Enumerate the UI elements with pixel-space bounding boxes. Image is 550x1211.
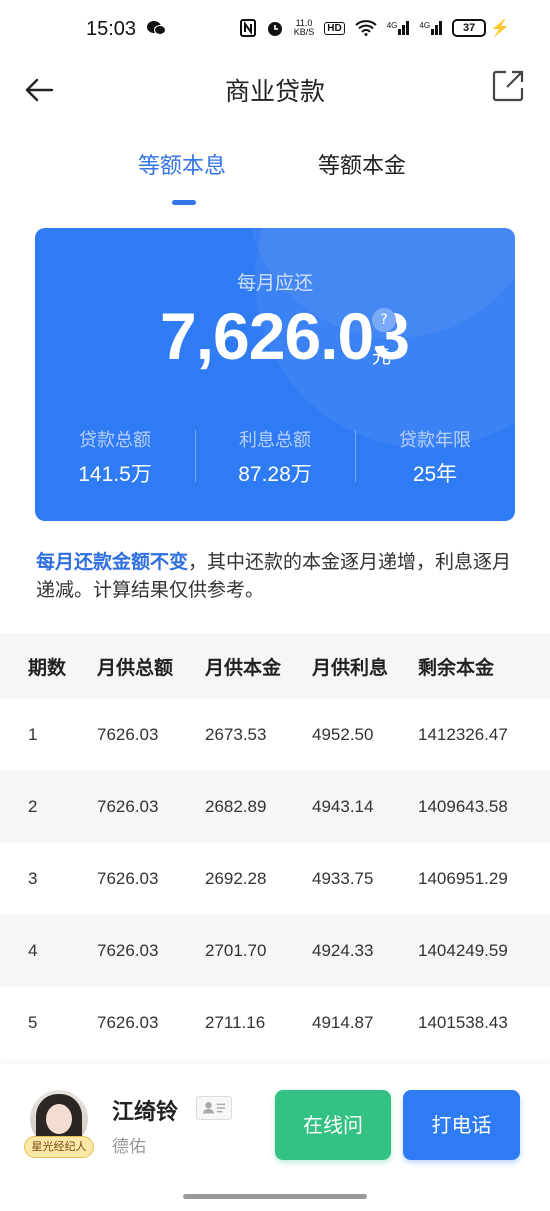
- agent-bar: 星光经纪人 江绮铃 德佑 在线问 打电话: [0, 1064, 550, 1211]
- table-row: 2 7626.03 2682.89 4943.14 1409643.58: [0, 771, 550, 843]
- stat-value: 25年: [412, 463, 458, 486]
- cell-monthly-principal: 2711.16: [205, 1013, 266, 1032]
- cell-remaining-principal: 1409643.58: [418, 797, 508, 816]
- cell-monthly-total: 7626.03: [97, 725, 159, 744]
- tab-equal-installment[interactable]: 等额本息: [138, 148, 226, 180]
- summary-card: 每月应还 7,626.03 ? 元 贷款总额 141.5万 利息总额 87.28…: [35, 228, 515, 521]
- cell-monthly-total: 7626.03: [97, 869, 159, 888]
- cell-monthly-interest: 4914.87: [312, 1013, 374, 1032]
- stat-value: 87.28万: [238, 463, 312, 486]
- repayment-tabs: 等额本息 等额本金: [0, 148, 550, 218]
- avatar-face: [46, 1104, 72, 1134]
- signal-4g-icon: 4G: [387, 21, 410, 35]
- call-button[interactable]: 打电话: [403, 1090, 520, 1160]
- cell-monthly-interest: 4943.14: [312, 797, 374, 816]
- table-row: 3 7626.03 2692.28 4933.75 1406951.29: [0, 843, 550, 915]
- agent-name: 江绮铃: [112, 1100, 179, 1125]
- cell-period: 1: [28, 725, 38, 744]
- monthly-payment-label: 每月应还: [236, 272, 313, 294]
- speed-unit: KB/S: [293, 27, 315, 37]
- cell-monthly-interest: 4933.75: [312, 869, 374, 888]
- stat-loan-total: 贷款总额 141.5万: [35, 426, 195, 490]
- cell-period: 4: [28, 941, 38, 960]
- header-monthly-interest: 月供利息: [312, 656, 389, 679]
- cell-monthly-principal: 2701.70: [205, 941, 267, 960]
- cell-monthly-principal: 2692.28: [205, 869, 267, 888]
- header-monthly-principal: 月供本金: [205, 656, 282, 679]
- cell-remaining-principal: 1401538.43: [418, 1013, 508, 1032]
- signal-4g-label-2: 4G: [419, 21, 431, 30]
- active-tab-indicator: [172, 200, 196, 205]
- signal-4g-label: 4G: [386, 21, 398, 30]
- status-bar: 15:03 11.0 KB/S HD 4G 4G 37 ⚡: [0, 0, 550, 62]
- home-indicator[interactable]: [183, 1194, 367, 1199]
- page-title: 商业贷款: [224, 77, 325, 106]
- status-icons: 11.0 KB/S HD 4G 4G 37 ⚡: [239, 18, 510, 38]
- status-time: 15:03: [86, 18, 137, 40]
- table-row: 1 7626.03 2673.53 4952.50 1412326.47: [0, 699, 550, 771]
- alarm-icon: [267, 22, 282, 36]
- header-period: 期数: [28, 656, 67, 679]
- stat-loan-years: 贷款年限 25年: [355, 426, 515, 490]
- cell-monthly-total: 7626.03: [97, 1013, 159, 1032]
- cell-monthly-principal: 2673.53: [205, 725, 267, 744]
- charging-icon: ⚡: [490, 20, 510, 37]
- table-row: 4 7626.03 2701.70 4924.33 1404249.59: [0, 915, 550, 987]
- battery-level: 37: [462, 22, 476, 34]
- cell-monthly-principal: 2682.89: [205, 797, 267, 816]
- header-remaining-principal: 剩余本金: [418, 656, 495, 679]
- explanation-note: 每月还款金额不变，其中还款的本金逐月递增，利息逐月递减。计算结果仅供参考。: [36, 548, 516, 604]
- cell-monthly-total: 7626.03: [97, 941, 159, 960]
- cell-monthly-total: 7626.03: [97, 797, 159, 816]
- cell-monthly-interest: 4924.33: [312, 941, 374, 960]
- table-header: 期数 月供总额 月供本金 月供利息 剩余本金: [0, 633, 550, 699]
- cell-monthly-interest: 4952.50: [312, 725, 374, 744]
- agent-badge: 星光经纪人: [24, 1136, 94, 1158]
- agent-company: 德佑: [112, 1137, 146, 1157]
- stat-label: 贷款总额: [79, 430, 151, 451]
- cell-period: 5: [28, 1013, 38, 1032]
- stat-label: 利息总额: [239, 430, 311, 451]
- stat-interest-total: 利息总额 87.28万: [195, 426, 355, 490]
- nav-bar: 商业贷款: [0, 62, 550, 122]
- network-speed: 11.0 KB/S: [294, 19, 315, 37]
- table-row: 5 7626.03 2711.16 4914.87 1401538.43: [0, 987, 550, 1059]
- cell-remaining-principal: 1406951.29: [418, 869, 508, 888]
- loan-stats: 贷款总额 141.5万 利息总额 87.28万 贷款年限 25年: [35, 426, 515, 490]
- header-monthly-total: 月供总额: [97, 656, 174, 679]
- cell-remaining-principal: 1412326.47: [418, 725, 508, 744]
- stat-value: 141.5万: [78, 463, 152, 486]
- cell-period: 3: [28, 869, 38, 888]
- wechat-icon: [147, 21, 166, 35]
- help-icon[interactable]: ?: [372, 308, 396, 332]
- online-consult-button[interactable]: 在线问: [275, 1090, 391, 1160]
- nfc-icon: [239, 19, 256, 37]
- battery-icon: 37: [452, 19, 487, 37]
- repayment-table: 期数 月供总额 月供本金 月供利息 剩余本金 1 7626.03 2673.53…: [0, 633, 550, 1059]
- wifi-icon: [355, 20, 377, 36]
- business-card-icon[interactable]: [196, 1096, 232, 1120]
- note-highlight: 每月还款金额不变: [36, 551, 189, 573]
- currency-unit: 元: [372, 346, 392, 368]
- cell-period: 2: [28, 797, 38, 816]
- stat-label: 贷款年限: [399, 430, 471, 451]
- cell-remaining-principal: 1404249.59: [418, 941, 508, 960]
- share-icon[interactable]: [490, 68, 526, 104]
- signal-4g-icon-2: 4G: [419, 21, 443, 35]
- hd-badge: HD: [324, 21, 345, 35]
- tab-equal-principal[interactable]: 等额本金: [318, 148, 406, 180]
